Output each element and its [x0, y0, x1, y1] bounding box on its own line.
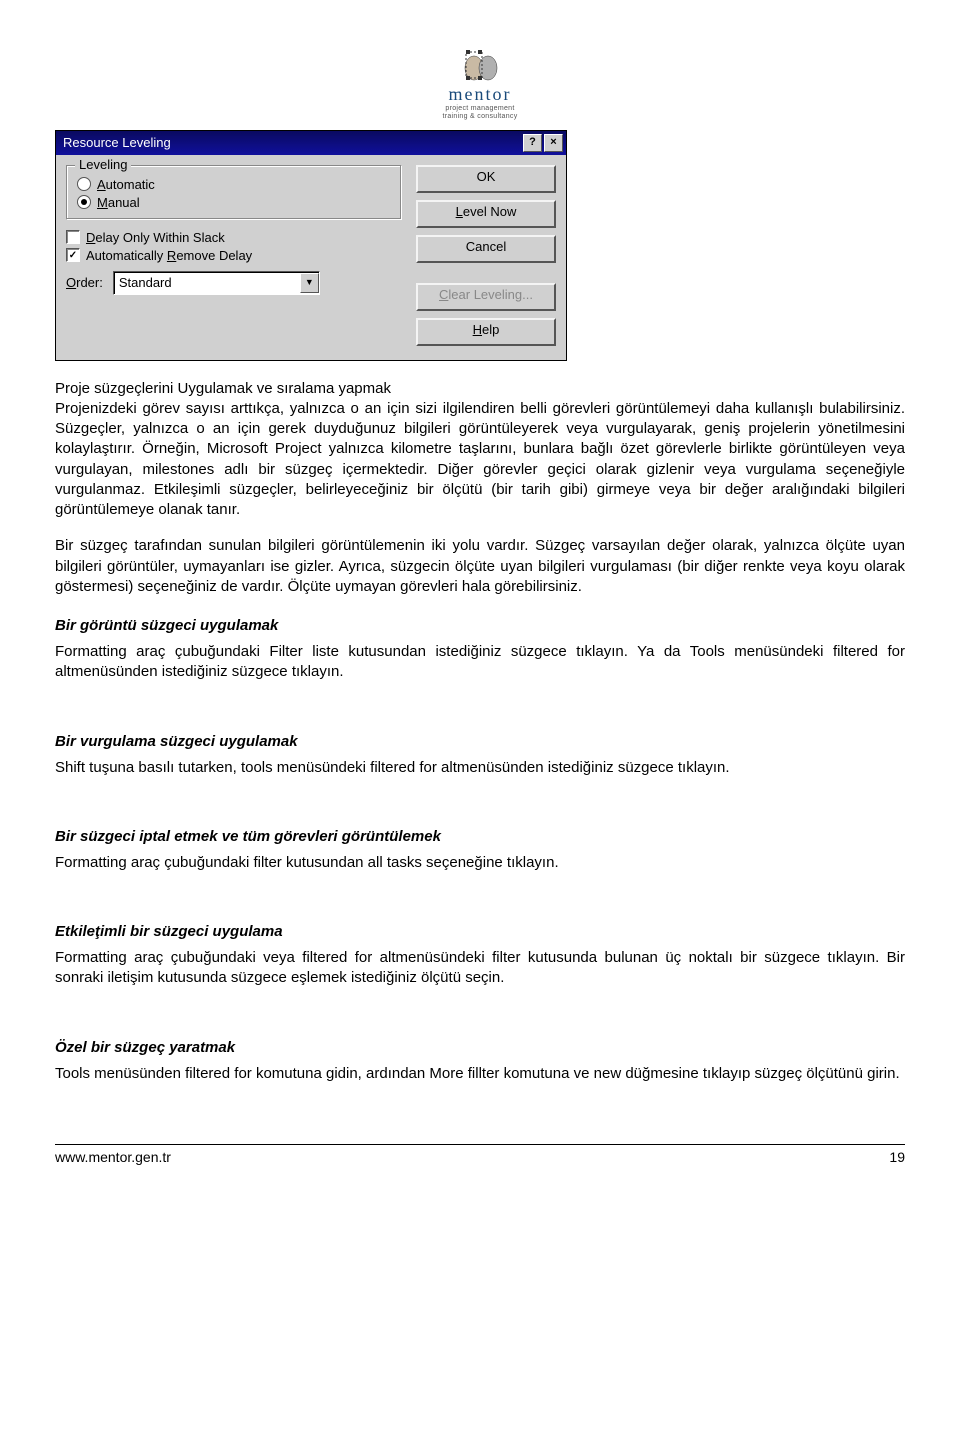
paragraph-6: Formatting araç çubuğundaki veya filtere…	[55, 948, 905, 989]
chevron-down-icon: ▼	[300, 273, 319, 293]
page-footer: www.mentor.gen.tr 19	[55, 1144, 905, 1165]
dialog-titlebar: Resource Leveling ? ×	[56, 131, 566, 155]
check-delay-label: Delay Only Within Slack	[86, 230, 225, 245]
logo-name: mentor	[442, 84, 517, 105]
radio-icon	[77, 195, 91, 209]
paragraph-4: Shift tuşuna basılı tutarken, tools menü…	[55, 758, 905, 778]
dialog-title: Resource Leveling	[59, 135, 521, 150]
logo-tagline-2: training & consultancy	[442, 113, 517, 121]
order-combo[interactable]: Standard ▼	[113, 271, 320, 295]
paragraph-5: Formatting araç çubuğundaki filter kutus…	[55, 853, 905, 873]
page-number: 19	[889, 1149, 905, 1165]
radio-manual-label: Manual	[97, 195, 140, 210]
section-heading-4: Bir süzgeci iptal etmek ve tüm görevleri…	[55, 828, 905, 845]
order-label: Order:	[66, 275, 103, 290]
leveling-group: Leveling Automatic Manual	[66, 165, 402, 220]
check-delay-slack[interactable]: Delay Only Within Slack	[66, 230, 402, 245]
footer-url: www.mentor.gen.tr	[55, 1149, 171, 1165]
ok-button[interactable]: OK	[416, 165, 556, 193]
help-icon[interactable]: ?	[523, 134, 542, 152]
section-heading-6: Özel bir süzgeç yaratmak	[55, 1039, 905, 1056]
section-heading-1: Proje süzgeçlerini Uygulamak ve sıralama…	[55, 379, 905, 399]
level-now-button[interactable]: Level Now	[416, 200, 556, 228]
help-button[interactable]: Help	[416, 318, 556, 346]
order-value: Standard	[119, 275, 172, 290]
paragraph-3: Formatting araç çubuğundaki Filter liste…	[55, 642, 905, 683]
resource-leveling-dialog: Resource Leveling ? × Leveling Automatic…	[55, 130, 567, 361]
cancel-button[interactable]: Cancel	[416, 235, 556, 263]
close-icon[interactable]: ×	[544, 134, 563, 152]
check-auto-remove[interactable]: ✓ Automatically Remove Delay	[66, 248, 402, 263]
header-logo: mentor project management training & con…	[55, 50, 905, 122]
section-heading-5: Etkileţimli bir süzgeci uygulama	[55, 923, 905, 940]
clear-leveling-button[interactable]: Clear Leveling...	[416, 283, 556, 311]
radio-icon	[77, 177, 91, 191]
logo-icon: mentor project management training & con…	[442, 50, 517, 120]
section-heading-2: Bir görüntü süzgeci uygulamak	[55, 617, 905, 634]
radio-manual[interactable]: Manual	[77, 195, 391, 210]
check-remove-label: Automatically Remove Delay	[86, 248, 252, 263]
radio-automatic[interactable]: Automatic	[77, 177, 391, 192]
checkbox-icon: ✓	[66, 248, 80, 262]
logo-tagline-1: project management	[442, 105, 517, 113]
paragraph-2: Bir süzgeç tarafından sunulan bilgileri …	[55, 536, 905, 597]
section-heading-3: Bir vurgulama süzgeci uygulamak	[55, 733, 905, 750]
paragraph-1: Projenizdeki görev sayısı arttıkça, yaln…	[55, 399, 905, 521]
radio-automatic-label: Automatic	[97, 177, 155, 192]
checkbox-icon	[66, 230, 80, 244]
leveling-legend: Leveling	[75, 157, 131, 172]
paragraph-7: Tools menüsünden filtered for komutuna g…	[55, 1064, 905, 1084]
